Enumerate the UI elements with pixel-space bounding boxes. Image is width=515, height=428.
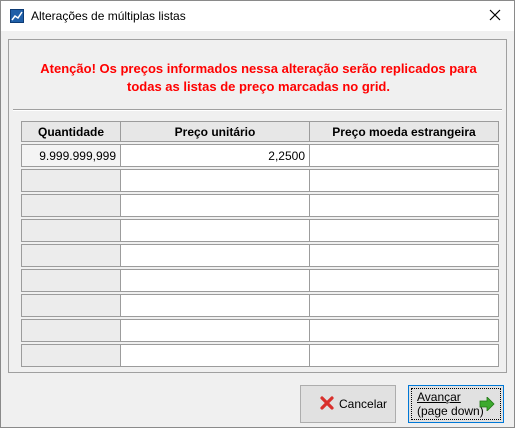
table-row: 9.999.999,999 2,2500	[21, 144, 499, 167]
warning-line-1: Atenção! Os preços informados nessa alte…	[40, 61, 477, 76]
header-preco-unitario[interactable]: Preço unitário	[120, 121, 310, 142]
table-row	[21, 319, 499, 342]
cell-preco-moeda-estrangeira[interactable]	[309, 244, 499, 267]
cell-preco-moeda-estrangeira[interactable]	[309, 319, 499, 342]
cell-preco-moeda-estrangeira[interactable]	[309, 344, 499, 367]
green-arrow-right-icon	[479, 396, 495, 414]
table-row	[21, 269, 499, 292]
warning-line-2: todas as listas de preço marcadas no gri…	[127, 79, 390, 94]
cell-preco-unitario[interactable]	[120, 194, 310, 217]
dialog-window: Alterações de múltiplas listas Atenção! …	[0, 0, 515, 428]
cell-quantidade[interactable]	[21, 319, 121, 342]
cell-preco-unitario[interactable]	[120, 169, 310, 192]
cell-quantidade[interactable]	[21, 169, 121, 192]
cell-preco-unitario[interactable]	[120, 294, 310, 317]
next-button[interactable]: Avançar (page down)	[408, 385, 504, 423]
title-bar: Alterações de múltiplas listas	[1, 1, 514, 31]
separator	[13, 109, 502, 111]
content-panel: Atenção! Os preços informados nessa alte…	[8, 39, 507, 373]
cell-quantidade[interactable]: 9.999.999,999	[21, 144, 121, 167]
grid-header-row: Quantidade Preço unitário Preço moeda es…	[21, 121, 499, 142]
cell-quantidade[interactable]	[21, 269, 121, 292]
price-grid: Quantidade Preço unitário Preço moeda es…	[21, 121, 499, 367]
cell-preco-moeda-estrangeira[interactable]	[309, 169, 499, 192]
cell-preco-unitario[interactable]	[120, 269, 310, 292]
table-row	[21, 294, 499, 317]
cell-preco-moeda-estrangeira[interactable]	[309, 194, 499, 217]
close-icon	[489, 9, 501, 24]
cell-preco-unitario[interactable]	[120, 219, 310, 242]
header-quantidade[interactable]: Quantidade	[21, 121, 121, 142]
cell-preco-moeda-estrangeira[interactable]	[309, 269, 499, 292]
cell-preco-unitario[interactable]	[120, 344, 310, 367]
red-x-icon	[319, 395, 335, 414]
cell-quantidade[interactable]	[21, 344, 121, 367]
close-button[interactable]	[482, 4, 508, 28]
window-title: Alterações de múltiplas listas	[31, 9, 186, 23]
app-chart-icon	[10, 9, 24, 23]
cell-preco-unitario[interactable]	[120, 319, 310, 342]
cell-quantidade[interactable]	[21, 244, 121, 267]
cell-quantidade[interactable]	[21, 194, 121, 217]
cell-preco-moeda-estrangeira[interactable]	[309, 144, 499, 167]
warning-message: Atenção! Os preços informados nessa alte…	[19, 60, 498, 96]
header-preco-moeda-estrangeira[interactable]: Preço moeda estrangeira	[309, 121, 499, 142]
table-row	[21, 194, 499, 217]
cell-quantidade[interactable]	[21, 219, 121, 242]
cell-quantidade[interactable]	[21, 294, 121, 317]
cell-preco-unitario[interactable]	[120, 244, 310, 267]
table-row	[21, 169, 499, 192]
table-row	[21, 244, 499, 267]
cell-preco-moeda-estrangeira[interactable]	[309, 294, 499, 317]
cell-preco-unitario[interactable]: 2,2500	[120, 144, 310, 167]
table-row	[21, 219, 499, 242]
table-row	[21, 344, 499, 367]
cancel-button-label: Cancelar	[339, 397, 388, 411]
cancel-button[interactable]: Cancelar	[300, 385, 396, 423]
cell-preco-moeda-estrangeira[interactable]	[309, 219, 499, 242]
